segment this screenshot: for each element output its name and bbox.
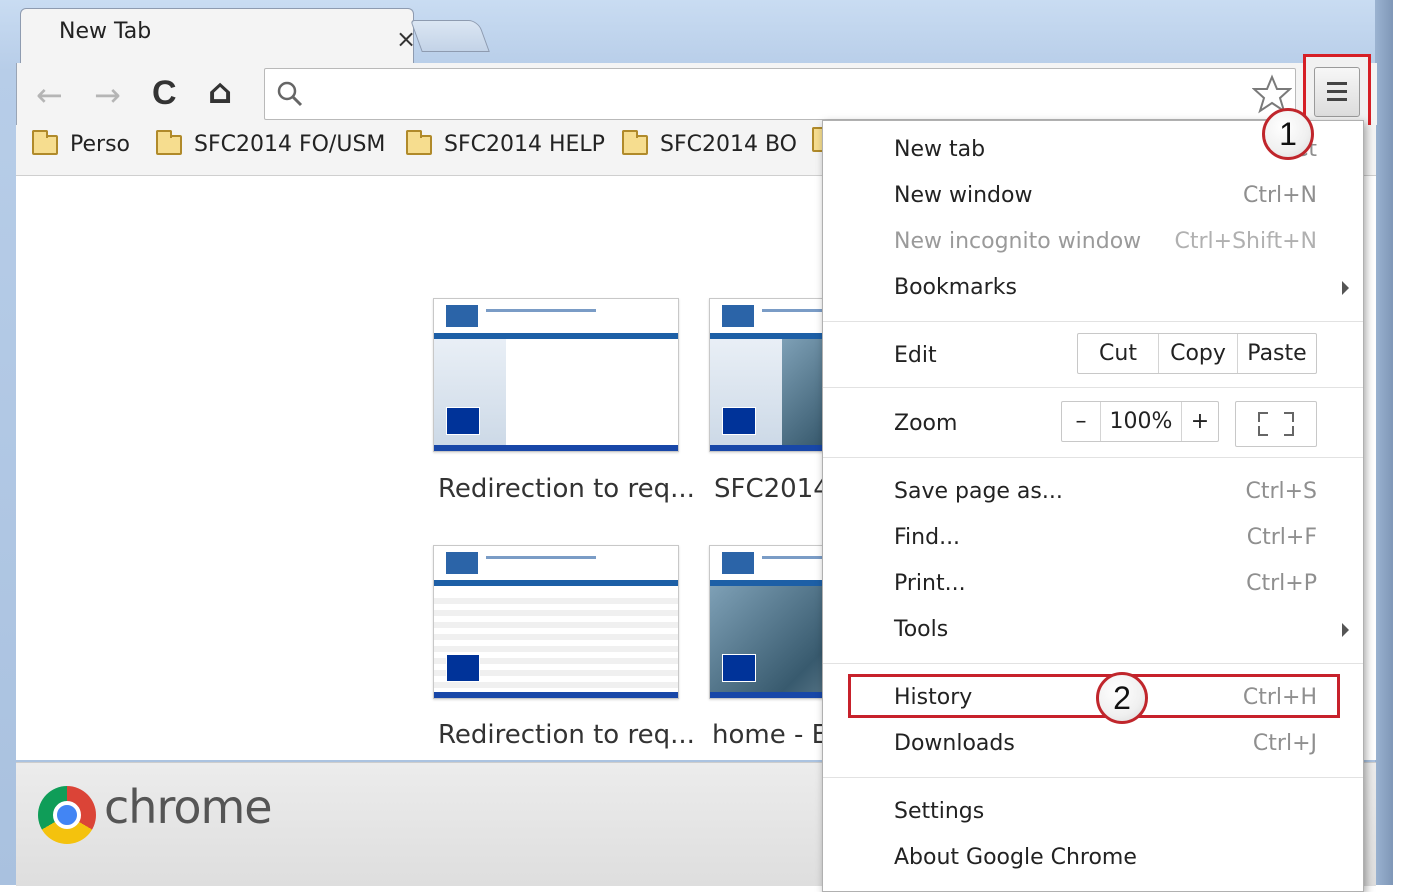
omnibox-input[interactable] bbox=[264, 68, 1296, 120]
forward-arrow-icon[interactable]: → bbox=[94, 76, 121, 114]
home-icon[interactable]: ⌂ bbox=[208, 72, 232, 112]
tab-new-tab[interactable]: New Tab × bbox=[20, 8, 416, 65]
zoom-out-button[interactable]: – bbox=[1062, 402, 1101, 441]
search-icon bbox=[277, 81, 303, 107]
shortcut-save-page: Ctrl+S bbox=[1245, 479, 1317, 504]
thumbnail-caption[interactable]: SFC2014 bbox=[714, 474, 830, 504]
menu-item-new-tab[interactable]: New tab bbox=[894, 137, 985, 162]
eu-flag-icon bbox=[722, 654, 756, 682]
eu-flag-icon bbox=[722, 407, 756, 435]
folder-icon bbox=[406, 129, 432, 155]
history-highlight-box bbox=[848, 674, 1340, 718]
menu-item-find[interactable]: Find... bbox=[894, 525, 960, 550]
chrome-menu: New tab Ct New window Ctrl+N New incogni… bbox=[822, 120, 1364, 892]
shortcut-print: Ctrl+P bbox=[1246, 571, 1317, 596]
menu-item-print[interactable]: Print... bbox=[894, 571, 966, 596]
menu-separator bbox=[823, 777, 1363, 778]
fullscreen-icon bbox=[1258, 412, 1268, 422]
submenu-arrow-icon bbox=[1342, 281, 1349, 295]
bookmark-perso[interactable]: Perso bbox=[32, 129, 130, 157]
chrome-menu-button[interactable] bbox=[1303, 54, 1371, 130]
most-visited-thumbnail[interactable] bbox=[433, 298, 679, 452]
folder-icon bbox=[622, 129, 648, 155]
menu-item-tools[interactable]: Tools bbox=[894, 617, 948, 642]
paste-button[interactable]: Paste bbox=[1238, 334, 1316, 373]
bookmark-sfc2014-fo-usm[interactable]: SFC2014 FO/USM bbox=[156, 129, 386, 157]
shortcut-incognito: Ctrl+Shift+N bbox=[1174, 229, 1317, 254]
zoom-in-button[interactable]: + bbox=[1182, 402, 1218, 441]
menu-item-save-page-as[interactable]: Save page as... bbox=[894, 479, 1063, 504]
thumbnail-caption[interactable]: Redirection to req... bbox=[438, 474, 695, 504]
menu-item-downloads[interactable]: Downloads bbox=[894, 731, 1015, 756]
submenu-arrow-icon bbox=[1342, 623, 1349, 637]
menu-item-about-google-chrome[interactable]: About Google Chrome bbox=[894, 845, 1137, 870]
reload-icon[interactable]: C bbox=[152, 74, 177, 113]
eu-flag-icon bbox=[446, 407, 480, 435]
menu-separator bbox=[823, 663, 1363, 664]
callout-step-2: 2 bbox=[1096, 672, 1148, 724]
back-arrow-icon[interactable]: ← bbox=[36, 76, 63, 114]
bookmark-label: Perso bbox=[70, 132, 130, 157]
menu-separator bbox=[823, 457, 1363, 458]
menu-item-settings[interactable]: Settings bbox=[894, 799, 984, 824]
window-frame-edge bbox=[1375, 0, 1405, 885]
new-tab-button[interactable] bbox=[410, 20, 490, 52]
menu-item-new-window[interactable]: New window bbox=[894, 183, 1032, 208]
bookmark-label: SFC2014 FO/USM bbox=[194, 132, 386, 157]
shortcut-new-window: Ctrl+N bbox=[1242, 183, 1317, 208]
most-visited-thumbnail[interactable] bbox=[433, 545, 679, 699]
thumbnail-caption[interactable]: Redirection to req... bbox=[438, 720, 695, 750]
menu-separator bbox=[823, 321, 1363, 322]
chrome-brand-text: chrome bbox=[104, 780, 273, 834]
callout-step-1: 1 bbox=[1262, 108, 1314, 160]
bookmark-sfc2014-help[interactable]: SFC2014 HELP bbox=[406, 129, 605, 157]
bookmark-label: SFC2014 BO bbox=[660, 132, 797, 157]
zoom-controls: – 100% + bbox=[1061, 401, 1219, 442]
shortcut-downloads: Ctrl+J bbox=[1252, 731, 1317, 756]
thumbnail-caption[interactable]: home - E bbox=[712, 720, 828, 750]
edit-button-group: Cut Copy Paste bbox=[1077, 333, 1317, 374]
cut-button[interactable]: Cut bbox=[1078, 334, 1159, 373]
chrome-logo-icon bbox=[38, 786, 96, 844]
shortcut-find: Ctrl+F bbox=[1246, 525, 1317, 550]
hamburger-icon[interactable] bbox=[1314, 67, 1360, 117]
menu-item-bookmarks[interactable]: Bookmarks bbox=[894, 275, 1017, 300]
folder-icon bbox=[32, 129, 58, 155]
folder-icon bbox=[156, 129, 182, 155]
menu-item-edit: Edit bbox=[894, 343, 937, 368]
copy-button[interactable]: Copy bbox=[1159, 334, 1238, 373]
menu-item-new-incognito-window[interactable]: New incognito window bbox=[894, 229, 1141, 254]
menu-separator bbox=[823, 387, 1363, 388]
bookmark-sfc2014-bo[interactable]: SFC2014 BO bbox=[622, 129, 797, 157]
eu-flag-icon bbox=[446, 654, 480, 682]
bookmark-label: SFC2014 HELP bbox=[444, 132, 605, 157]
fullscreen-button[interactable] bbox=[1235, 401, 1317, 447]
menu-item-zoom: Zoom bbox=[894, 411, 958, 436]
zoom-level: 100% bbox=[1101, 402, 1182, 441]
tab-title: New Tab bbox=[59, 19, 152, 44]
